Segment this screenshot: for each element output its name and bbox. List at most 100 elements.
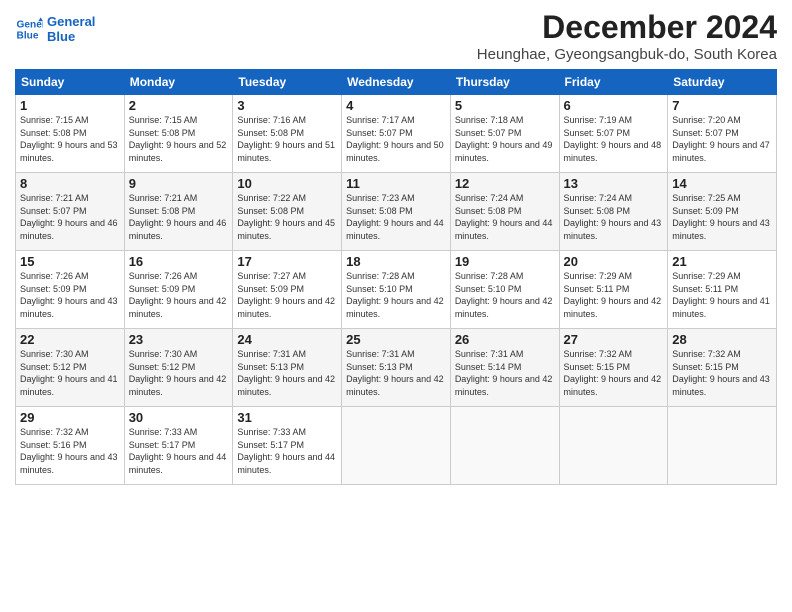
day-number: 22	[20, 332, 120, 347]
calendar-week-row-4: 22Sunrise: 7:30 AMSunset: 5:12 PMDayligh…	[16, 329, 777, 407]
day-info: Sunrise: 7:31 AMSunset: 5:13 PMDaylight:…	[346, 348, 446, 398]
day-number: 2	[129, 98, 229, 113]
day-number: 12	[455, 176, 555, 191]
day-number: 17	[237, 254, 337, 269]
calendar-cell: 8Sunrise: 7:21 AMSunset: 5:07 PMDaylight…	[16, 173, 125, 251]
calendar-cell: 27Sunrise: 7:32 AMSunset: 5:15 PMDayligh…	[559, 329, 668, 407]
day-number: 25	[346, 332, 446, 347]
calendar-cell: 3Sunrise: 7:16 AMSunset: 5:08 PMDaylight…	[233, 95, 342, 173]
day-number: 20	[564, 254, 664, 269]
day-number: 5	[455, 98, 555, 113]
header-saturday: Saturday	[668, 70, 777, 95]
day-number: 30	[129, 410, 229, 425]
day-number: 1	[20, 98, 120, 113]
day-info: Sunrise: 7:22 AMSunset: 5:08 PMDaylight:…	[237, 192, 337, 242]
calendar-cell: 13Sunrise: 7:24 AMSunset: 5:08 PMDayligh…	[559, 173, 668, 251]
day-number: 18	[346, 254, 446, 269]
calendar-cell: 2Sunrise: 7:15 AMSunset: 5:08 PMDaylight…	[124, 95, 233, 173]
day-number: 8	[20, 176, 120, 191]
day-number: 19	[455, 254, 555, 269]
calendar-cell: 18Sunrise: 7:28 AMSunset: 5:10 PMDayligh…	[342, 251, 451, 329]
day-info: Sunrise: 7:28 AMSunset: 5:10 PMDaylight:…	[346, 270, 446, 320]
day-info: Sunrise: 7:32 AMSunset: 5:15 PMDaylight:…	[564, 348, 664, 398]
calendar-cell: 6Sunrise: 7:19 AMSunset: 5:07 PMDaylight…	[559, 95, 668, 173]
calendar-cell: 9Sunrise: 7:21 AMSunset: 5:08 PMDaylight…	[124, 173, 233, 251]
weekday-header-row: Sunday Monday Tuesday Wednesday Thursday…	[16, 70, 777, 95]
day-info: Sunrise: 7:15 AMSunset: 5:08 PMDaylight:…	[20, 114, 120, 164]
day-info: Sunrise: 7:16 AMSunset: 5:08 PMDaylight:…	[237, 114, 337, 164]
calendar-cell: 20Sunrise: 7:29 AMSunset: 5:11 PMDayligh…	[559, 251, 668, 329]
day-info: Sunrise: 7:33 AMSunset: 5:17 PMDaylight:…	[237, 426, 337, 476]
day-info: Sunrise: 7:26 AMSunset: 5:09 PMDaylight:…	[129, 270, 229, 320]
calendar-cell: 21Sunrise: 7:29 AMSunset: 5:11 PMDayligh…	[668, 251, 777, 329]
day-number: 4	[346, 98, 446, 113]
calendar-cell	[342, 407, 451, 485]
day-info: Sunrise: 7:23 AMSunset: 5:08 PMDaylight:…	[346, 192, 446, 242]
calendar-cell: 14Sunrise: 7:25 AMSunset: 5:09 PMDayligh…	[668, 173, 777, 251]
calendar-cell: 28Sunrise: 7:32 AMSunset: 5:15 PMDayligh…	[668, 329, 777, 407]
calendar-cell: 12Sunrise: 7:24 AMSunset: 5:08 PMDayligh…	[450, 173, 559, 251]
calendar-cell: 5Sunrise: 7:18 AMSunset: 5:07 PMDaylight…	[450, 95, 559, 173]
day-info: Sunrise: 7:32 AMSunset: 5:16 PMDaylight:…	[20, 426, 120, 476]
svg-text:Blue: Blue	[17, 30, 39, 41]
day-info: Sunrise: 7:24 AMSunset: 5:08 PMDaylight:…	[564, 192, 664, 242]
day-number: 24	[237, 332, 337, 347]
day-number: 6	[564, 98, 664, 113]
logo-icon: General Blue	[15, 15, 43, 43]
day-number: 27	[564, 332, 664, 347]
header: General Blue General Blue December 2024 …	[15, 10, 777, 63]
day-info: Sunrise: 7:15 AMSunset: 5:08 PMDaylight:…	[129, 114, 229, 164]
calendar-cell: 17Sunrise: 7:27 AMSunset: 5:09 PMDayligh…	[233, 251, 342, 329]
title-block: December 2024 Heunghae, Gyeongsangbuk-do…	[477, 10, 777, 63]
day-number: 31	[237, 410, 337, 425]
header-friday: Friday	[559, 70, 668, 95]
calendar-cell: 7Sunrise: 7:20 AMSunset: 5:07 PMDaylight…	[668, 95, 777, 173]
logo-blue: Blue	[47, 29, 95, 44]
calendar-cell: 10Sunrise: 7:22 AMSunset: 5:08 PMDayligh…	[233, 173, 342, 251]
header-thursday: Thursday	[450, 70, 559, 95]
month-year-title: December 2024	[477, 10, 777, 45]
calendar-cell: 1Sunrise: 7:15 AMSunset: 5:08 PMDaylight…	[16, 95, 125, 173]
day-number: 21	[672, 254, 772, 269]
day-info: Sunrise: 7:31 AMSunset: 5:13 PMDaylight:…	[237, 348, 337, 398]
day-number: 16	[129, 254, 229, 269]
day-info: Sunrise: 7:21 AMSunset: 5:07 PMDaylight:…	[20, 192, 120, 242]
calendar-cell	[559, 407, 668, 485]
day-number: 28	[672, 332, 772, 347]
day-info: Sunrise: 7:32 AMSunset: 5:15 PMDaylight:…	[672, 348, 772, 398]
day-info: Sunrise: 7:19 AMSunset: 5:07 PMDaylight:…	[564, 114, 664, 164]
day-number: 13	[564, 176, 664, 191]
header-wednesday: Wednesday	[342, 70, 451, 95]
calendar-cell: 24Sunrise: 7:31 AMSunset: 5:13 PMDayligh…	[233, 329, 342, 407]
day-number: 3	[237, 98, 337, 113]
day-number: 23	[129, 332, 229, 347]
calendar-cell: 22Sunrise: 7:30 AMSunset: 5:12 PMDayligh…	[16, 329, 125, 407]
calendar-cell: 4Sunrise: 7:17 AMSunset: 5:07 PMDaylight…	[342, 95, 451, 173]
day-info: Sunrise: 7:18 AMSunset: 5:07 PMDaylight:…	[455, 114, 555, 164]
calendar-cell	[668, 407, 777, 485]
calendar-table: Sunday Monday Tuesday Wednesday Thursday…	[15, 69, 777, 485]
calendar-cell: 11Sunrise: 7:23 AMSunset: 5:08 PMDayligh…	[342, 173, 451, 251]
calendar-cell: 26Sunrise: 7:31 AMSunset: 5:14 PMDayligh…	[450, 329, 559, 407]
day-info: Sunrise: 7:24 AMSunset: 5:08 PMDaylight:…	[455, 192, 555, 242]
page-container: General Blue General Blue December 2024 …	[0, 0, 792, 495]
calendar-week-row-2: 8Sunrise: 7:21 AMSunset: 5:07 PMDaylight…	[16, 173, 777, 251]
day-info: Sunrise: 7:30 AMSunset: 5:12 PMDaylight:…	[129, 348, 229, 398]
day-info: Sunrise: 7:17 AMSunset: 5:07 PMDaylight:…	[346, 114, 446, 164]
header-monday: Monday	[124, 70, 233, 95]
calendar-cell: 15Sunrise: 7:26 AMSunset: 5:09 PMDayligh…	[16, 251, 125, 329]
day-info: Sunrise: 7:30 AMSunset: 5:12 PMDaylight:…	[20, 348, 120, 398]
day-number: 14	[672, 176, 772, 191]
day-info: Sunrise: 7:21 AMSunset: 5:08 PMDaylight:…	[129, 192, 229, 242]
logo-general: General	[47, 14, 95, 29]
day-number: 9	[129, 176, 229, 191]
calendar-cell: 25Sunrise: 7:31 AMSunset: 5:13 PMDayligh…	[342, 329, 451, 407]
calendar-cell: 16Sunrise: 7:26 AMSunset: 5:09 PMDayligh…	[124, 251, 233, 329]
day-info: Sunrise: 7:29 AMSunset: 5:11 PMDaylight:…	[564, 270, 664, 320]
day-info: Sunrise: 7:31 AMSunset: 5:14 PMDaylight:…	[455, 348, 555, 398]
calendar-cell: 31Sunrise: 7:33 AMSunset: 5:17 PMDayligh…	[233, 407, 342, 485]
calendar-cell	[450, 407, 559, 485]
day-number: 10	[237, 176, 337, 191]
day-number: 11	[346, 176, 446, 191]
calendar-week-row-5: 29Sunrise: 7:32 AMSunset: 5:16 PMDayligh…	[16, 407, 777, 485]
